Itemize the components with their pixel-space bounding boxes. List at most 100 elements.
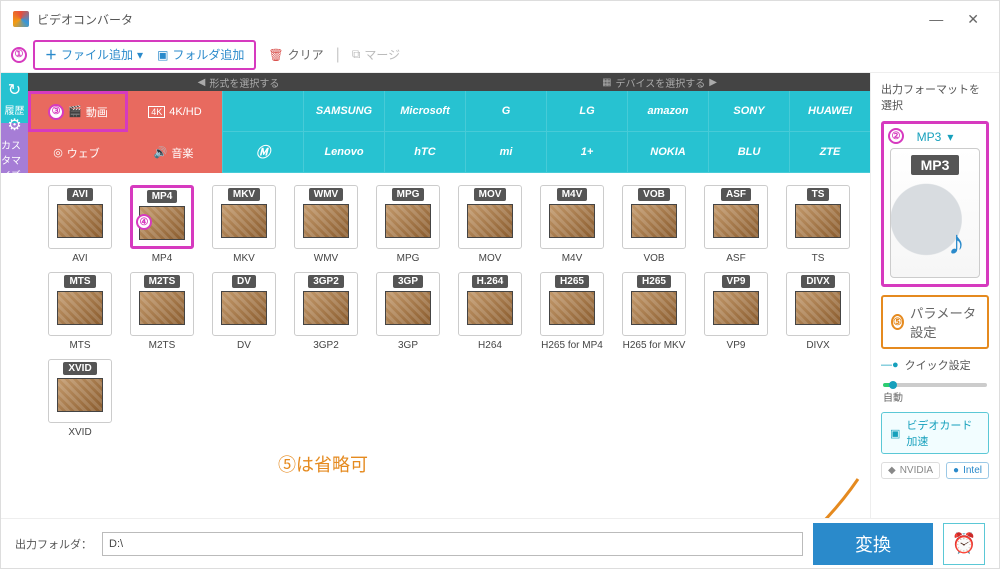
- brand-cell[interactable]: Ⓜ: [222, 132, 303, 173]
- format-item-divx[interactable]: DIVX DIVX: [780, 272, 856, 351]
- brand-cell[interactable]: Microsoft: [384, 91, 465, 132]
- output-format-label: MP3: [917, 130, 942, 144]
- brand-cell[interactable]: NOKIA: [627, 132, 708, 173]
- format-preview: [631, 291, 677, 325]
- file-add-group: ＋ ファイル追加 ▾ ▣ フォルダ追加: [33, 40, 256, 70]
- gpu-accel-label: ビデオカード加速: [906, 417, 980, 449]
- brand-cell[interactable]: [222, 91, 303, 132]
- format-preview: [467, 204, 513, 238]
- quality-slider[interactable]: 自動: [881, 381, 989, 404]
- format-thumb: 3GP2: [294, 272, 358, 336]
- output-format-card[interactable]: ② MP3 ▾ MP3: [881, 121, 989, 287]
- format-item-asf[interactable]: ASFASF: [698, 185, 774, 264]
- format-label: 3GP2: [313, 340, 339, 351]
- brand-grid: SAMSUNGMicrosoftGLGamazonSONYHUAWEI ⓂLeno…: [222, 91, 870, 173]
- step-badge-1: ①: [11, 47, 27, 63]
- format-item-3gp2[interactable]: 3GP2 3GP2: [288, 272, 364, 351]
- category-video[interactable]: ③ 🎬 動画: [28, 91, 128, 132]
- clear-button[interactable]: 🗑 クリア: [262, 44, 329, 65]
- format-preview: [57, 378, 103, 412]
- clock-icon: ⏰: [952, 531, 977, 556]
- format-thumb: MPG: [376, 185, 440, 249]
- add-file-label: ファイル追加: [61, 46, 133, 63]
- format-preview: [631, 204, 677, 238]
- format-item-3gp[interactable]: 3GP3GP: [370, 272, 446, 351]
- output-folder-input[interactable]: [102, 532, 803, 556]
- chevron-down-icon[interactable]: ▾: [947, 130, 953, 144]
- format-preview: [713, 204, 759, 238]
- format-item-h265-for-mkv[interactable]: H265H265 for MKV: [616, 272, 692, 351]
- dash-icon: —●: [881, 359, 899, 371]
- brand-cell[interactable]: amazon: [627, 91, 708, 132]
- format-preview: [385, 204, 431, 238]
- category-web[interactable]: ◎ ウェブ: [28, 132, 125, 173]
- param-settings-button[interactable]: ⑤ パラメータ設定: [881, 295, 989, 349]
- add-folder-button[interactable]: ▣ フォルダ追加: [153, 44, 248, 65]
- format-thumb: VOB: [622, 185, 686, 249]
- format-thumb: MTS: [48, 272, 112, 336]
- format-preview: [467, 291, 513, 325]
- brand-cell[interactable]: BLU: [708, 132, 789, 173]
- format-tag: H265: [637, 275, 671, 288]
- tab-device[interactable]: ▦ デバイスを選択する ▶: [449, 73, 870, 91]
- brand-cell[interactable]: 1+: [546, 132, 627, 173]
- format-item-avi[interactable]: AVIAVI: [42, 185, 118, 264]
- format-item-mts[interactable]: MTS MTS: [42, 272, 118, 351]
- format-item-mpg[interactable]: MPGMPG: [370, 185, 446, 264]
- format-item-wmv[interactable]: WMVWMV: [288, 185, 364, 264]
- format-item-dv[interactable]: DVDV: [206, 272, 282, 351]
- brand-cell[interactable]: hTC: [384, 132, 465, 173]
- format-item-ts[interactable]: TSTS: [780, 185, 856, 264]
- merge-label: マージ: [364, 46, 400, 63]
- format-label: M2TS: [149, 340, 176, 351]
- format-item-mkv[interactable]: MKVMKV: [206, 185, 282, 264]
- category-4k-label: 4K/HD: [169, 106, 201, 118]
- format-item-m2ts[interactable]: M2TS M2TS: [124, 272, 200, 351]
- brand-cell[interactable]: HUAWEI: [789, 91, 870, 132]
- format-tag: M4V: [557, 188, 588, 201]
- add-file-button[interactable]: ＋ ファイル追加 ▾: [41, 44, 147, 65]
- format-thumb: M2TS: [130, 272, 194, 336]
- format-item-m4v[interactable]: M4VM4V: [534, 185, 610, 264]
- scheduler-button[interactable]: ⏰: [943, 523, 985, 565]
- chevron-down-icon[interactable]: ▾: [137, 48, 143, 62]
- toolbar: ① ＋ ファイル追加 ▾ ▣ フォルダ追加 🗑 クリア | ⧉ マージ: [1, 37, 999, 73]
- format-item-vob[interactable]: VOBVOB: [616, 185, 692, 264]
- format-item-mov[interactable]: MOVMOV: [452, 185, 528, 264]
- format-item-h264[interactable]: H.264H264: [452, 272, 528, 351]
- folder-icon: ▣: [157, 48, 168, 62]
- brand-cell[interactable]: ZTE: [789, 132, 870, 173]
- gpu-accel-toggle[interactable]: ▣ ビデオカード加速: [881, 412, 989, 454]
- format-item-mp4[interactable]: MP4④MP4: [124, 185, 200, 264]
- category-audio[interactable]: 🔊 音楽: [125, 132, 222, 173]
- format-label: AVI: [72, 253, 87, 264]
- format-preview: [221, 291, 267, 325]
- left-sidebar: ↻ 履歴 ⚙ カスタマイズ: [1, 73, 28, 518]
- close-icon[interactable]: ✕: [959, 11, 987, 28]
- format-label: 3GP: [398, 340, 418, 351]
- format-item-xvid[interactable]: XVIDXVID: [42, 359, 118, 438]
- brand-cell[interactable]: SONY: [708, 91, 789, 132]
- minimize-icon[interactable]: —: [921, 11, 951, 27]
- tab-format[interactable]: ◀ 形式を選択する: [28, 73, 449, 91]
- format-tag: DV: [232, 275, 256, 288]
- customize-button[interactable]: ⚙ カスタマイズ: [1, 123, 28, 173]
- format-tag: DIVX: [801, 275, 834, 288]
- format-label: DIVX: [806, 340, 829, 351]
- format-item-h265-for-mp4[interactable]: H265H265 for MP4: [534, 272, 610, 351]
- category-4k[interactable]: 4K 4K/HD: [128, 91, 222, 132]
- param-label: パラメータ設定: [910, 303, 979, 341]
- convert-button[interactable]: 変換: [813, 523, 933, 565]
- format-preview: [221, 204, 267, 238]
- brand-cell[interactable]: mi: [465, 132, 546, 173]
- history-icon: ↻: [8, 80, 21, 100]
- brand-cell[interactable]: Lenovo: [303, 132, 384, 173]
- brand-cell[interactable]: G: [465, 91, 546, 132]
- format-label: MTS: [69, 340, 90, 351]
- merge-button[interactable]: ⧉ マージ: [346, 44, 406, 65]
- format-item-vp9[interactable]: VP9VP9: [698, 272, 774, 351]
- brand-cell[interactable]: LG: [546, 91, 627, 132]
- format-label: H265 for MP4: [541, 340, 603, 351]
- format-label: WMV: [314, 253, 338, 264]
- brand-cell[interactable]: SAMSUNG: [303, 91, 384, 132]
